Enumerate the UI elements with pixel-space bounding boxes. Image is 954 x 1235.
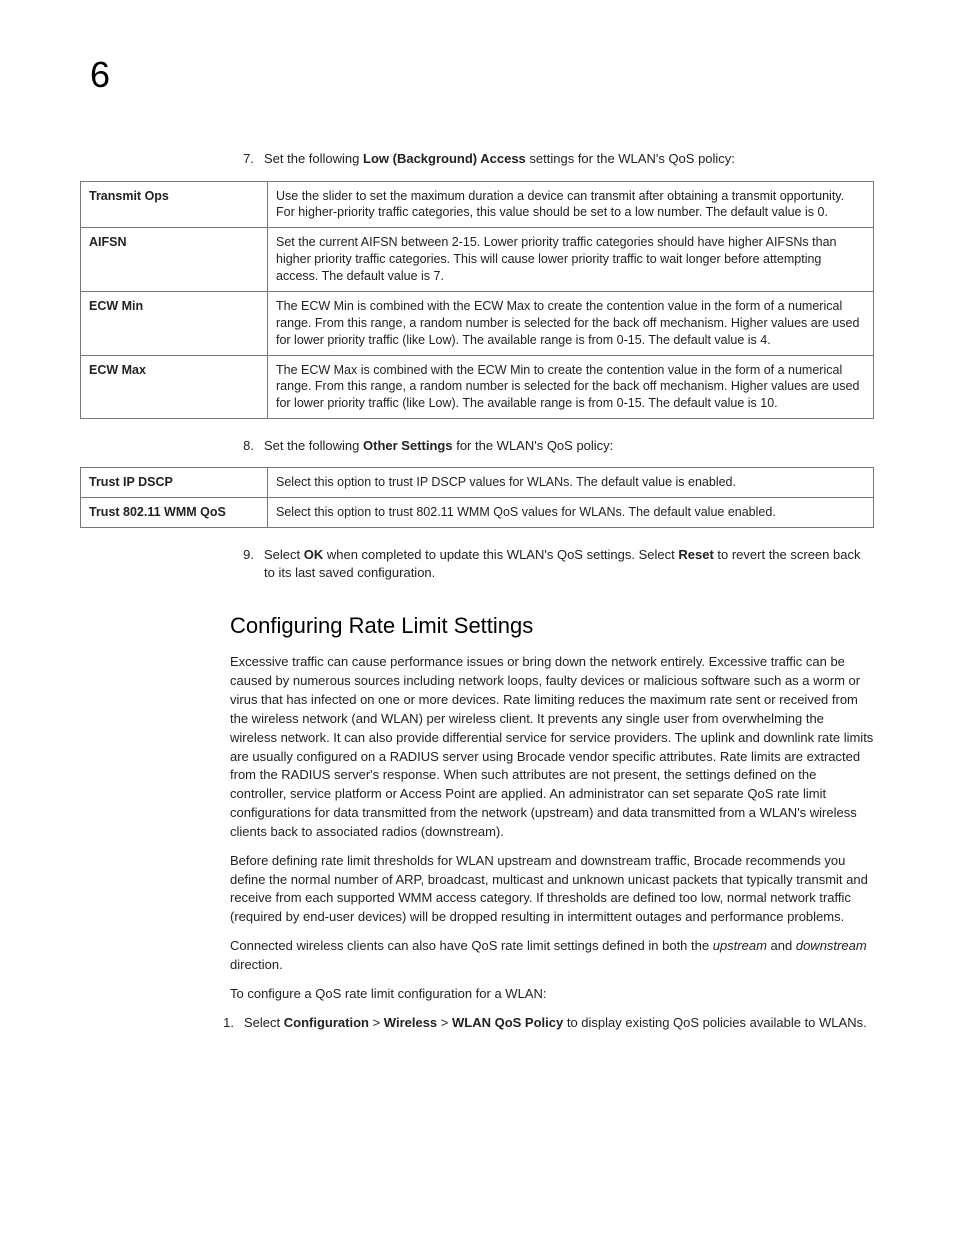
row-desc: Select this option to trust IP DSCP valu… <box>268 468 874 498</box>
row-header: AIFSN <box>81 228 268 292</box>
row-header: ECW Min <box>81 291 268 355</box>
row-desc: The ECW Min is combined with the ECW Max… <box>268 291 874 355</box>
paragraph: Connected wireless clients can also have… <box>230 937 874 975</box>
breadcrumb-part: Configuration <box>284 1015 369 1030</box>
row-desc: The ECW Max is combined with the ECW Min… <box>268 355 874 419</box>
text: when completed to update this WLAN's QoS… <box>323 547 678 562</box>
step-number: 8. <box>230 437 264 455</box>
paragraph: Before defining rate limit thresholds fo… <box>230 852 874 927</box>
table-row: Transmit Ops Use the slider to set the m… <box>81 181 874 228</box>
italic-text: downstream <box>796 938 867 953</box>
section-heading: Configuring Rate Limit Settings <box>230 611 874 642</box>
breadcrumb-part: WLAN QoS Policy <box>452 1015 563 1030</box>
paragraph: Excessive traffic can cause performance … <box>230 653 874 841</box>
italic-text: upstream <box>713 938 767 953</box>
bold-text: OK <box>304 547 324 562</box>
row-header: Trust 802.11 WMM QoS <box>81 498 268 528</box>
text: Select <box>264 547 304 562</box>
text: > <box>369 1015 384 1030</box>
row-header: Transmit Ops <box>81 181 268 228</box>
text: settings for the WLAN's QoS policy: <box>526 151 735 166</box>
row-desc: Set the current AIFSN between 2-15. Lowe… <box>268 228 874 292</box>
step-body: Select Configuration > Wireless > WLAN Q… <box>244 1014 874 1032</box>
text: and <box>767 938 796 953</box>
table-row: ECW Max The ECW Max is combined with the… <box>81 355 874 419</box>
bold-text: Reset <box>678 547 713 562</box>
step-number: 1. <box>210 1014 244 1032</box>
row-desc: Select this option to trust 802.11 WMM Q… <box>268 498 874 528</box>
text: for the WLAN's QoS policy: <box>453 438 614 453</box>
table-row: Trust IP DSCP Select this option to trus… <box>81 468 874 498</box>
step-number: 9. <box>230 546 264 564</box>
step-body: Select OK when completed to update this … <box>264 546 874 582</box>
text: Set the following <box>264 151 363 166</box>
text: Select <box>244 1015 284 1030</box>
step-7: 7. Set the following Low (Background) Ac… <box>230 150 874 168</box>
row-header: Trust IP DSCP <box>81 468 268 498</box>
text: > <box>437 1015 452 1030</box>
row-header: ECW Max <box>81 355 268 419</box>
bold-text: Low (Background) Access <box>363 151 526 166</box>
step-8: 8. Set the following Other Settings for … <box>230 437 874 455</box>
step-number: 7. <box>230 150 264 168</box>
step-9: 9. Select OK when completed to update th… <box>230 546 874 582</box>
row-desc: Use the slider to set the maximum durati… <box>268 181 874 228</box>
step-1: 1. Select Configuration > Wireless > WLA… <box>210 1014 874 1032</box>
table-row: Trust 802.11 WMM QoS Select this option … <box>81 498 874 528</box>
text: Set the following <box>264 438 363 453</box>
table-row: AIFSN Set the current AIFSN between 2-15… <box>81 228 874 292</box>
low-background-access-table: Transmit Ops Use the slider to set the m… <box>80 181 874 420</box>
table-row: ECW Min The ECW Min is combined with the… <box>81 291 874 355</box>
other-settings-table: Trust IP DSCP Select this option to trus… <box>80 467 874 528</box>
chapter-number: 6 <box>90 50 874 100</box>
text: direction. <box>230 957 283 972</box>
bold-text: Other Settings <box>363 438 453 453</box>
step-body: Set the following Other Settings for the… <box>264 437 874 455</box>
text: to display existing QoS policies availab… <box>563 1015 866 1030</box>
step-body: Set the following Low (Background) Acces… <box>264 150 874 168</box>
text: Connected wireless clients can also have… <box>230 938 713 953</box>
paragraph: To configure a QoS rate limit configurat… <box>230 985 874 1004</box>
breadcrumb-part: Wireless <box>384 1015 437 1030</box>
